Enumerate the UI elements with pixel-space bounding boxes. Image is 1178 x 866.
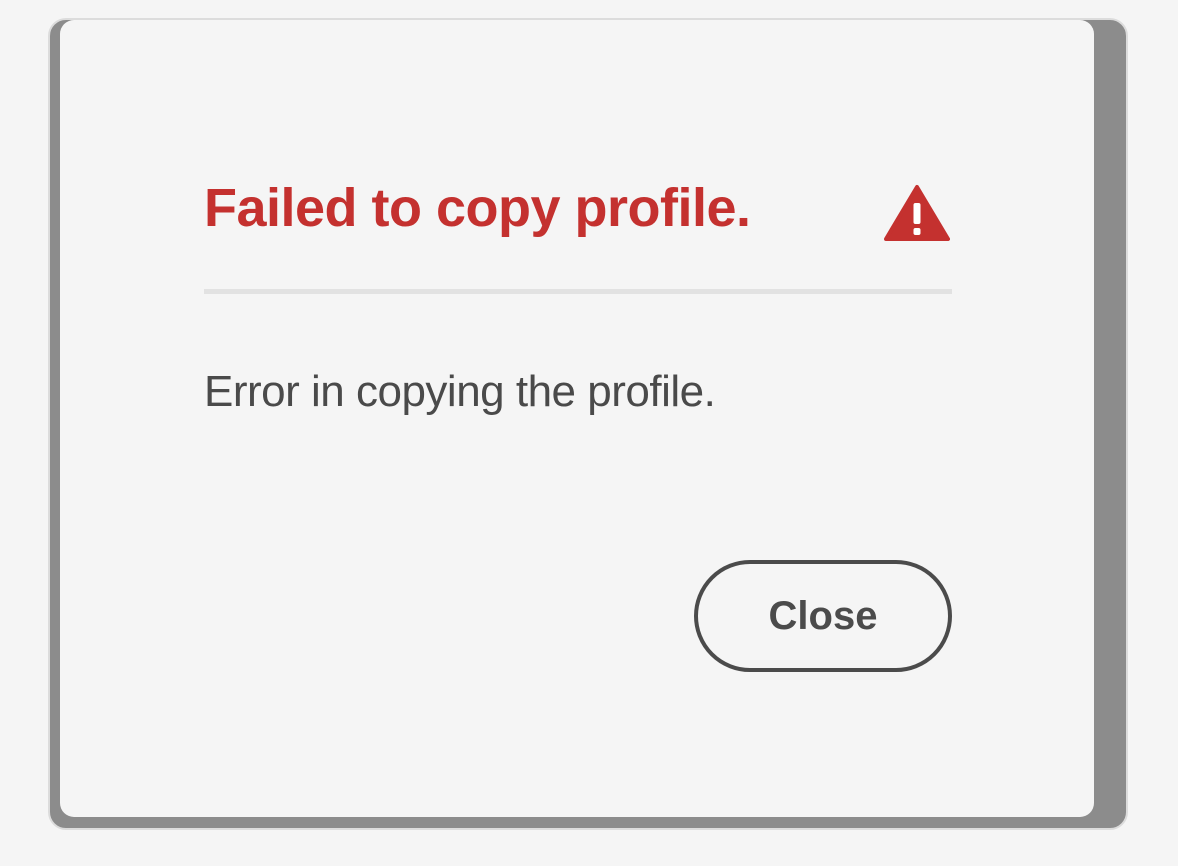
dialog-message: Error in copying the profile. — [204, 367, 716, 416]
close-button[interactable]: Close — [694, 560, 952, 672]
divider — [204, 289, 952, 294]
dialog-header: Failed to copy profile. — [204, 168, 952, 248]
dialog-frame: Failed to copy profile. Error in copying… — [48, 18, 1128, 830]
dialog-title: Failed to copy profile. — [204, 178, 751, 238]
screen: Failed to copy profile. Error in copying… — [0, 0, 1178, 866]
error-dialog: Failed to copy profile. Error in copying… — [60, 20, 1094, 817]
alert-triangle-icon — [884, 185, 950, 241]
